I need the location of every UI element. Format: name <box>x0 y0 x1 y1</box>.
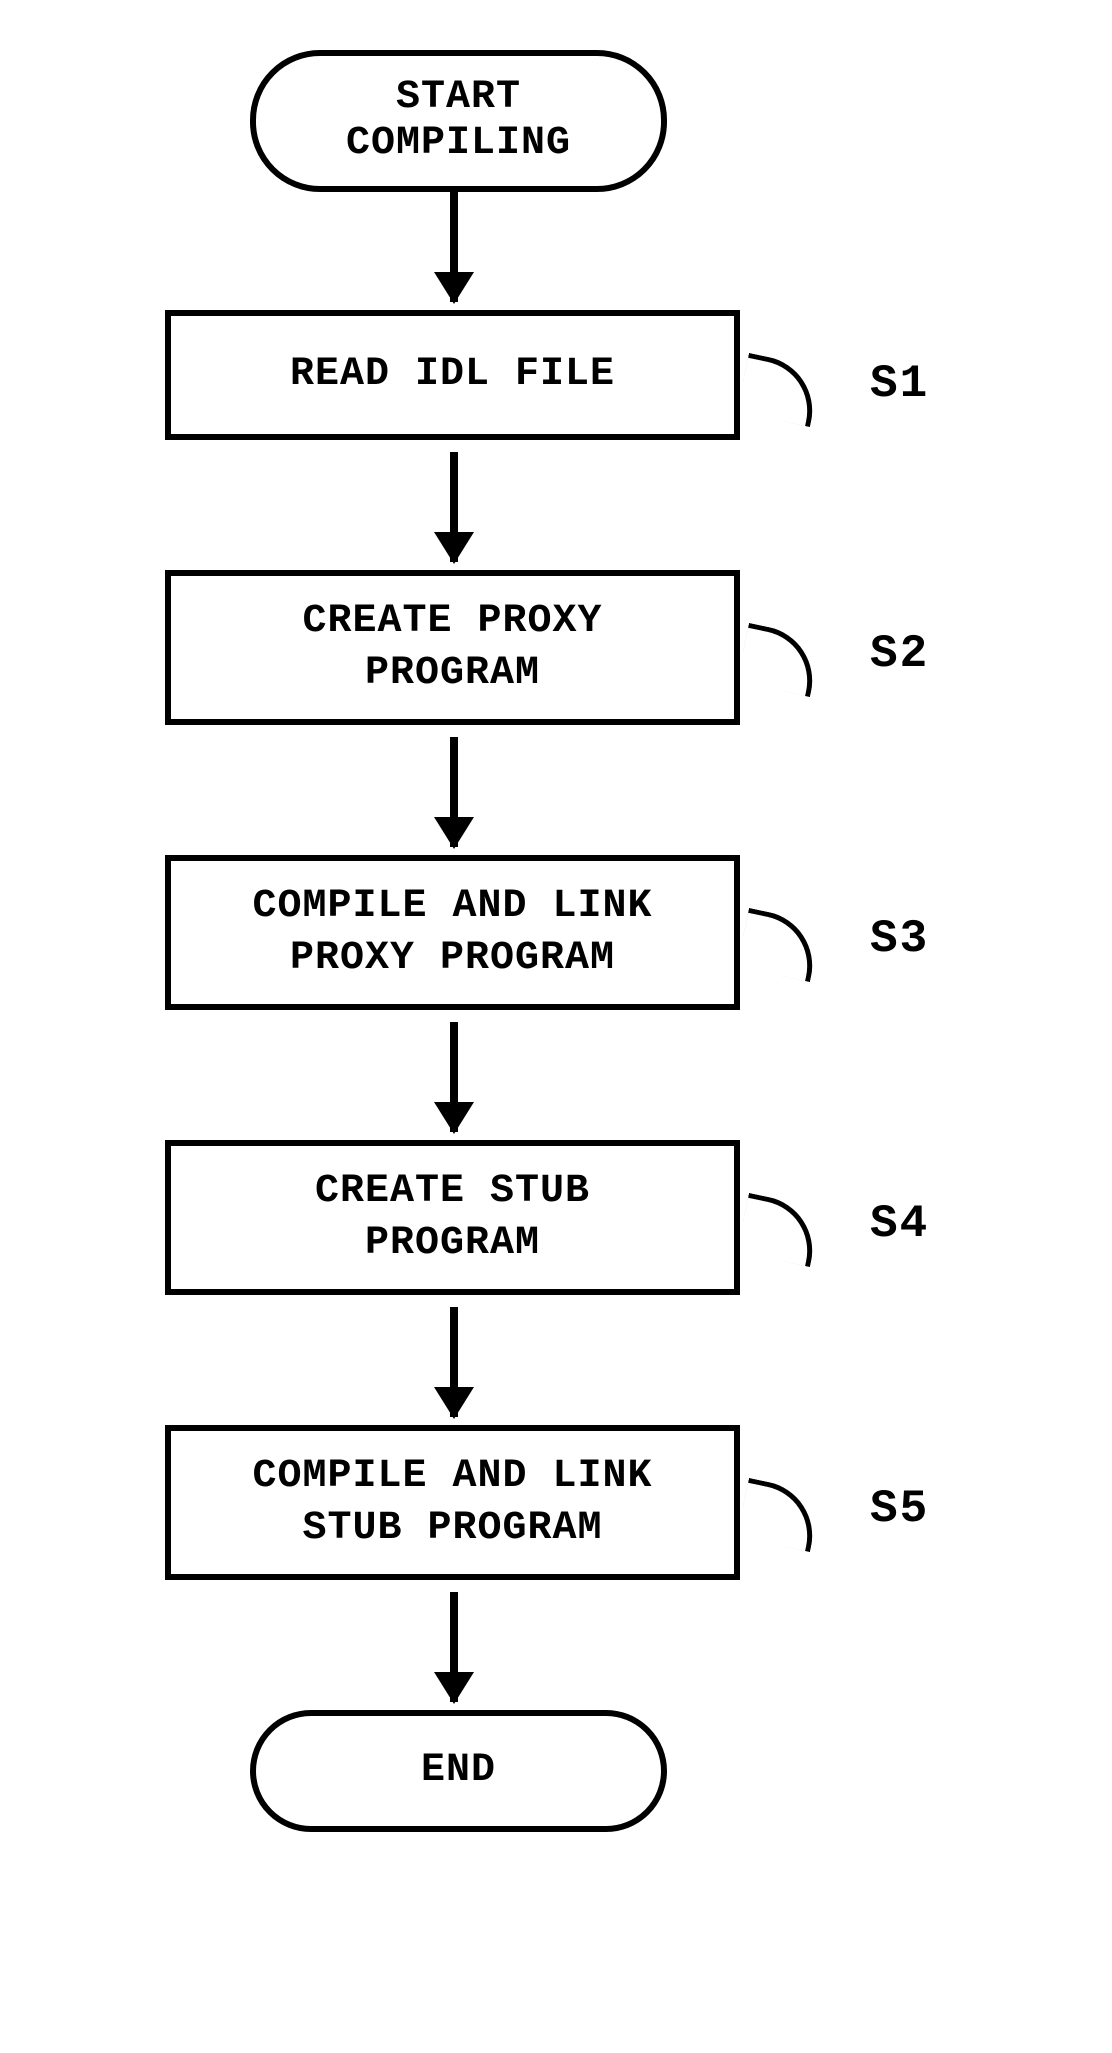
process-s1: READ IDL FILE <box>165 310 740 440</box>
s5-step-label: S5 <box>870 1483 929 1535</box>
s3-text-line1: COMPILE AND LINK <box>252 884 652 929</box>
start-node: START COMPILING <box>250 50 667 192</box>
start-text-line2: COMPILING <box>346 121 571 166</box>
s2-step-label: S2 <box>870 628 929 680</box>
s2-text-line2: PROGRAM <box>365 651 540 696</box>
s1-step-label: S1 <box>870 358 929 410</box>
end-text: END <box>421 1748 496 1794</box>
s3-text-line2: PROXY PROGRAM <box>290 936 615 981</box>
s2-text-line1: CREATE PROXY <box>302 599 602 644</box>
end-node: END <box>250 1710 667 1832</box>
process-s4: CREATE STUB PROGRAM <box>165 1140 740 1295</box>
connector-s2 <box>737 623 823 697</box>
start-text-line1: START <box>396 75 521 120</box>
s1-text: READ IDL FILE <box>290 349 615 401</box>
process-s3: COMPILE AND LINK PROXY PROGRAM <box>165 855 740 1010</box>
arrow-s4-s5 <box>450 1307 458 1417</box>
connector-s1 <box>737 353 823 427</box>
arrow-s5-end <box>450 1592 458 1702</box>
s4-text-line2: PROGRAM <box>365 1221 540 1266</box>
s3-step-label: S3 <box>870 913 929 965</box>
arrow-s2-s3 <box>450 737 458 847</box>
arrow-s3-s4 <box>450 1022 458 1132</box>
s4-text-line1: CREATE STUB <box>315 1169 590 1214</box>
arrow-s1-s2 <box>450 452 458 562</box>
connector-s3 <box>737 908 823 982</box>
arrow-start-s1 <box>450 192 458 302</box>
process-s5: COMPILE AND LINK STUB PROGRAM <box>165 1425 740 1580</box>
s4-step-label: S4 <box>870 1198 929 1250</box>
connector-s4 <box>737 1193 823 1267</box>
connector-s5 <box>737 1478 823 1552</box>
s5-text-line1: COMPILE AND LINK <box>252 1454 652 1499</box>
flowchart-canvas: START COMPILING READ IDL FILE S1 CREATE … <box>0 0 1112 2053</box>
process-s2: CREATE PROXY PROGRAM <box>165 570 740 725</box>
s5-text-line2: STUB PROGRAM <box>302 1506 602 1551</box>
